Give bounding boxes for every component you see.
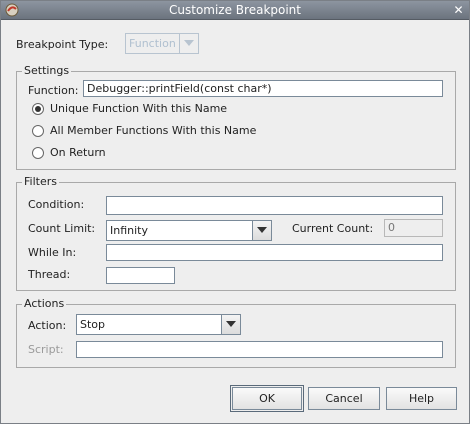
- window-title: Customize Breakpoint: [169, 3, 301, 17]
- count-limit-select[interactable]: Infinity: [106, 220, 272, 241]
- current-count-label: Current Count:: [292, 222, 374, 235]
- customize-breakpoint-dialog: Customize Breakpoint ✕ Breakpoint Type: …: [0, 0, 470, 424]
- current-count-field: 0: [384, 219, 443, 237]
- condition-field[interactable]: [106, 196, 443, 215]
- while-in-label: While In:: [28, 246, 77, 259]
- action-select[interactable]: Stop: [76, 314, 241, 335]
- script-field[interactable]: [76, 341, 443, 358]
- radio-all-member-functions-label[interactable]: All Member Functions With this Name: [50, 124, 256, 137]
- count-limit-label: Count Limit:: [28, 222, 96, 235]
- breakpoint-type-value: Function: [129, 37, 176, 50]
- actions-group-title: Actions: [22, 297, 67, 310]
- radio-unique-function[interactable]: [32, 103, 44, 115]
- breakpoint-type-select[interactable]: Function: [125, 33, 199, 54]
- chevron-down-icon[interactable]: [252, 221, 271, 240]
- cancel-button[interactable]: Cancel: [308, 387, 380, 410]
- chevron-down-icon[interactable]: [179, 34, 198, 53]
- thread-field[interactable]: [106, 267, 175, 284]
- action-value: Stop: [80, 318, 106, 331]
- thread-label: Thread:: [28, 268, 71, 281]
- condition-label: Condition:: [28, 198, 85, 211]
- breakpoint-type-label: Breakpoint Type:: [16, 38, 109, 51]
- function-label: Function:: [28, 84, 79, 97]
- function-field[interactable]: Debugger::printField(const char*): [83, 80, 443, 97]
- filters-group-title: Filters: [22, 175, 59, 188]
- close-icon[interactable]: ✕: [451, 3, 466, 17]
- title-bar[interactable]: Customize Breakpoint ✕: [1, 1, 469, 20]
- ok-button[interactable]: OK: [230, 385, 304, 412]
- count-limit-value: Infinity: [110, 224, 148, 237]
- radio-on-return-label[interactable]: On Return: [50, 146, 106, 159]
- radio-all-member-functions[interactable]: [32, 125, 44, 137]
- script-label: Script:: [28, 343, 64, 356]
- radio-on-return[interactable]: [32, 147, 44, 159]
- help-button[interactable]: Help: [386, 387, 457, 410]
- radio-unique-function-label[interactable]: Unique Function With this Name: [50, 102, 227, 115]
- chevron-down-icon[interactable]: [221, 315, 240, 334]
- while-in-field[interactable]: [106, 244, 443, 261]
- settings-group-title: Settings: [22, 64, 72, 77]
- action-label: Action:: [28, 319, 67, 332]
